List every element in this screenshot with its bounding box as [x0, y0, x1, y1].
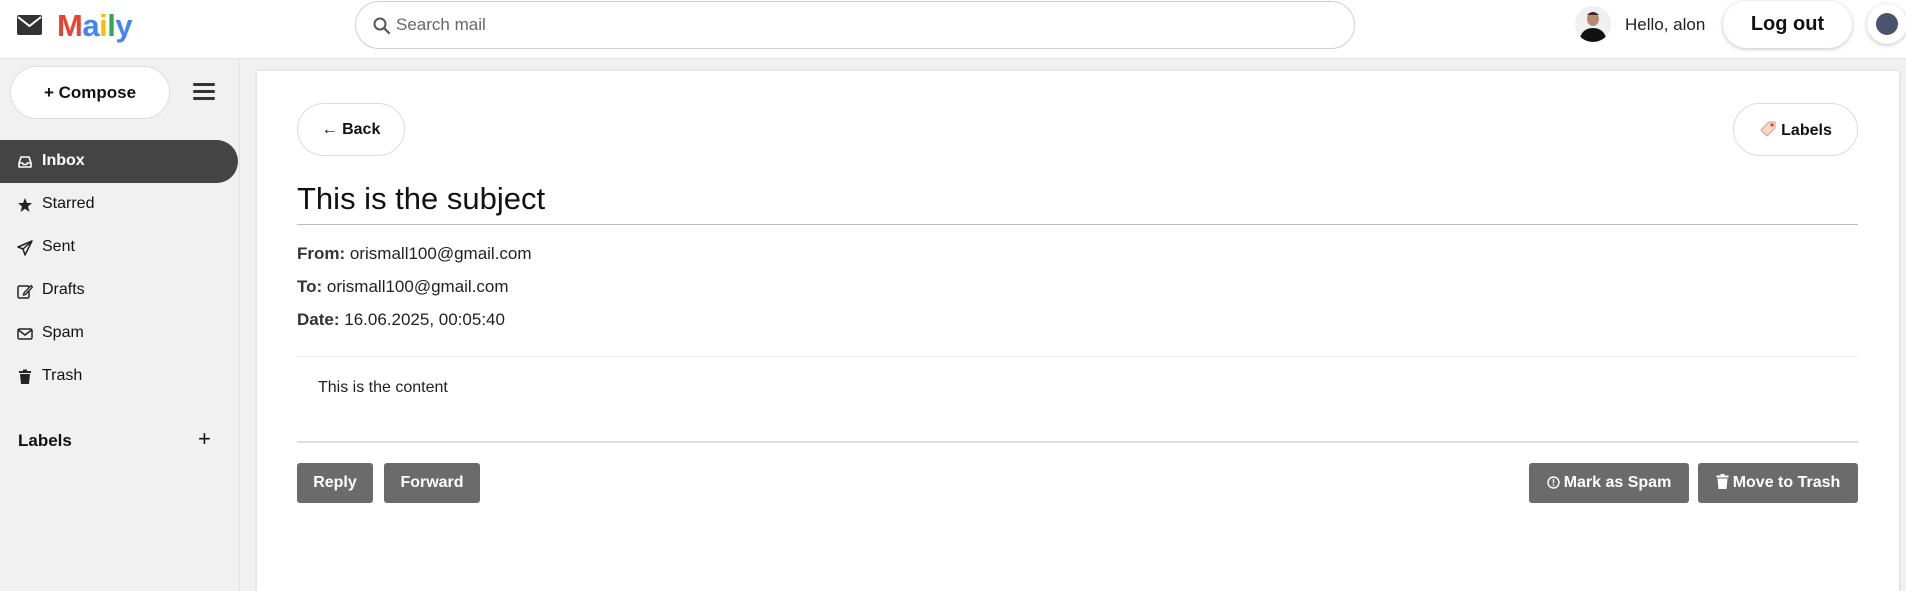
app-logo[interactable]: Maily — [57, 8, 133, 44]
logo-letter: i — [99, 8, 108, 43]
email-body: This is the content — [318, 379, 448, 396]
divider — [297, 441, 1858, 443]
from-key: From: — [297, 244, 346, 263]
user-photo — [1575, 6, 1611, 42]
sidebar-item-sent[interactable]: Sent — [0, 226, 238, 269]
logout-button[interactable]: Log out — [1723, 1, 1852, 48]
greeting-text: Hello, alon — [1625, 15, 1706, 34]
divider — [297, 224, 1858, 225]
trash-icon — [19, 369, 31, 384]
edit-icon — [17, 284, 33, 299]
date-key: Date: — [297, 310, 340, 329]
email-date: Date: 16.06.2025, 00:05:40 — [297, 310, 505, 330]
to-key: To: — [297, 277, 323, 296]
sidebar-item-inbox[interactable]: Inbox — [0, 140, 238, 183]
sidebar-item-label: Starred — [42, 195, 95, 212]
trash-icon — [1716, 474, 1729, 489]
tag-icon — [1760, 121, 1776, 137]
sidebar-item-spam[interactable]: Spam — [0, 312, 238, 355]
compose-button[interactable]: + Compose — [10, 66, 170, 119]
divider — [297, 356, 1858, 357]
avatar-image — [1876, 13, 1898, 35]
inbox-icon — [18, 156, 32, 168]
mark-as-spam-label: Mark as Spam — [1563, 474, 1672, 491]
email-view: ← Back Labels This is the subject From: … — [257, 71, 1899, 591]
sidebar-item-label: Sent — [42, 238, 75, 255]
mail-icon — [17, 15, 42, 35]
logo-letter: l — [107, 8, 116, 43]
search-input[interactable] — [396, 11, 1336, 39]
sidebar-item-starred[interactable]: Starred — [0, 183, 238, 226]
hamburger-menu-icon[interactable] — [193, 83, 215, 101]
forward-button[interactable]: Forward — [384, 463, 480, 503]
date-value: 16.06.2025, 00:05:40 — [344, 310, 505, 329]
email-to: To: orismall100@gmail.com — [297, 277, 509, 297]
add-label-button[interactable]: + — [198, 428, 211, 450]
search-icon — [373, 17, 390, 34]
mark-as-spam-button[interactable]: Mark as Spam — [1529, 463, 1689, 503]
to-value: orismall100@gmail.com — [326, 277, 509, 296]
move-to-trash-button[interactable]: Move to Trash — [1698, 463, 1858, 503]
star-icon — [18, 198, 32, 212]
sidebar-item-label: Trash — [42, 367, 83, 384]
profile-avatar[interactable] — [1867, 4, 1906, 44]
send-icon — [17, 240, 33, 256]
sidebar-item-drafts[interactable]: Drafts — [0, 269, 238, 312]
sidebar-item-label: Inbox — [42, 152, 85, 169]
back-button[interactable]: ← Back — [297, 103, 405, 156]
alert-icon — [1546, 476, 1560, 489]
search-bar[interactable] — [355, 1, 1355, 49]
reply-button[interactable]: Reply — [297, 463, 373, 503]
user-avatar[interactable] — [1575, 6, 1611, 42]
logo-letter: y — [115, 8, 133, 43]
sidebar-item-label: Drafts — [42, 281, 85, 298]
labels-button-label: Labels — [1781, 121, 1832, 139]
email-subject: This is the subject — [297, 181, 546, 216]
sidebar-item-trash[interactable]: Trash — [0, 355, 238, 398]
labels-heading: Labels — [18, 431, 72, 450]
top-bar: Maily Hello, alon Log out — [0, 0, 1906, 59]
move-to-trash-label: Move to Trash — [1732, 474, 1841, 491]
logo-letter: a — [82, 8, 100, 43]
from-value: orismall100@gmail.com — [349, 244, 532, 263]
logo-letter: M — [57, 8, 83, 43]
envelope-icon — [17, 328, 33, 340]
labels-button[interactable]: Labels — [1733, 103, 1858, 156]
sidebar-item-label: Spam — [42, 324, 84, 341]
sidebar: + Compose Inbox Starred Sent Drafts Spam… — [0, 59, 240, 591]
email-from: From: orismall100@gmail.com — [297, 244, 532, 264]
